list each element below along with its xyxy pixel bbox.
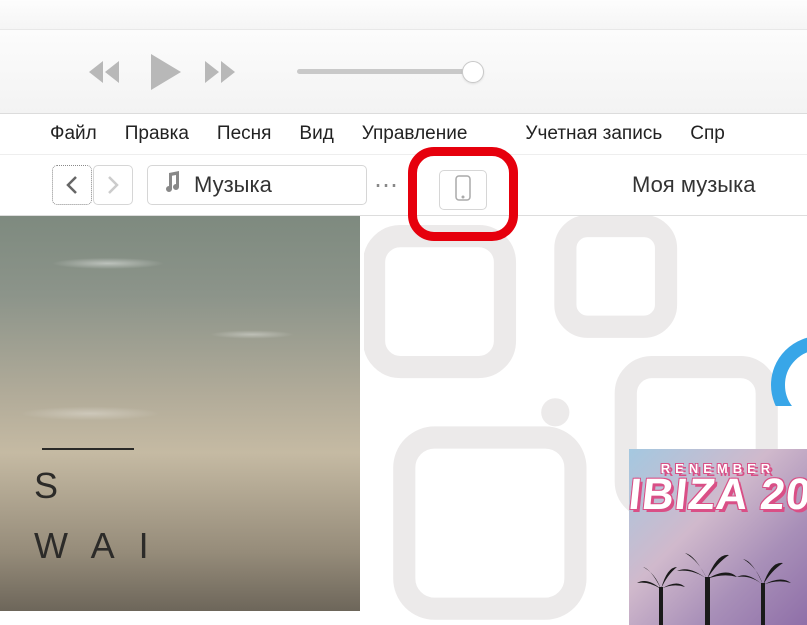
volume-slider[interactable] xyxy=(297,69,482,74)
device-button[interactable] xyxy=(439,170,487,210)
next-track-button[interactable] xyxy=(201,57,245,87)
prev-track-button[interactable] xyxy=(85,57,129,87)
menu-edit[interactable]: Правка xyxy=(125,114,189,154)
more-button[interactable]: ⋯ xyxy=(373,165,401,205)
content-area: S WAI RENEMBER IBIZA 201 xyxy=(0,216,807,625)
menu-help[interactable]: Спр xyxy=(690,114,725,154)
music-note-icon xyxy=(162,170,182,200)
album-artist-text: S WAI xyxy=(34,456,173,575)
nav-back-button[interactable] xyxy=(52,165,92,205)
menu-file[interactable]: Файл xyxy=(50,114,97,154)
menu-bar: Файл Правка Песня Вид Управление Учетная… xyxy=(0,114,807,154)
library-label: Музыка xyxy=(194,172,272,198)
toolbar: Музыка ⋯ Моя музыка xyxy=(0,154,807,216)
device-button-highlight xyxy=(408,147,518,241)
window-titlebar xyxy=(0,0,807,30)
album-title: IBIZA 201 xyxy=(629,470,807,520)
menu-view[interactable]: Вид xyxy=(299,114,333,154)
my-music-tab[interactable]: Моя музыка xyxy=(632,172,755,198)
nav-forward-button[interactable] xyxy=(93,165,133,205)
menu-song[interactable]: Песня xyxy=(217,114,272,154)
library-selector[interactable]: Музыка xyxy=(147,165,367,205)
album-thumbnail[interactable]: RENEMBER IBIZA 201 xyxy=(629,449,807,625)
phone-icon xyxy=(454,175,472,206)
refresh-icon xyxy=(761,336,807,406)
player-controls xyxy=(0,30,807,114)
menu-account[interactable]: Учетная запись xyxy=(525,114,662,154)
play-button[interactable] xyxy=(147,52,183,92)
now-playing-artwork: S WAI xyxy=(0,216,360,611)
